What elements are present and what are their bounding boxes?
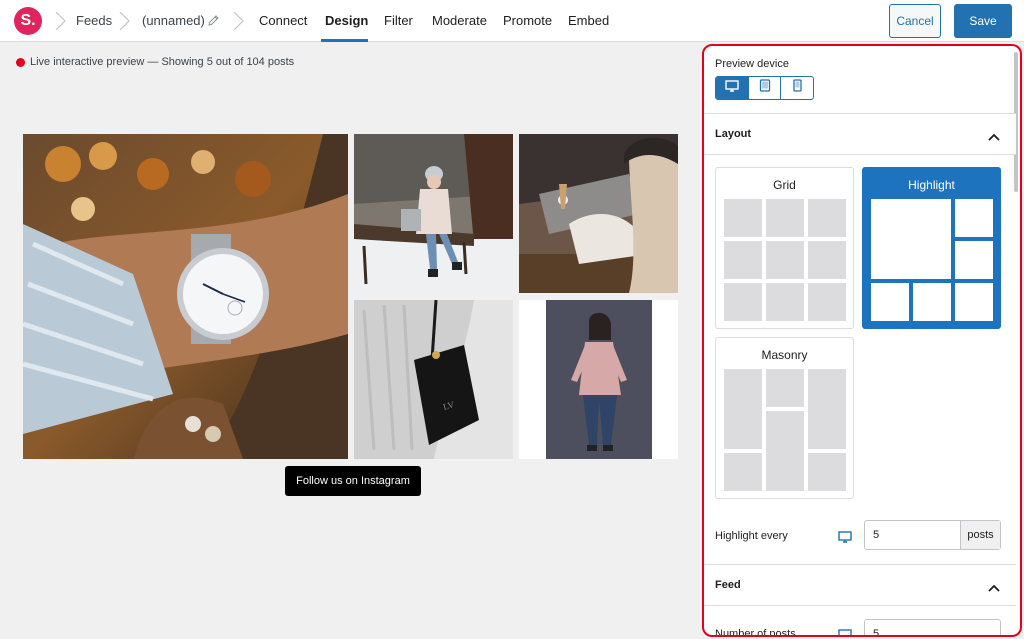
save-button[interactable]: Save — [954, 4, 1012, 38]
layout-section-title: Layout — [715, 128, 752, 140]
chevron-up-icon — [988, 580, 1000, 592]
preview-status-text: Live interactive preview — Showing 5 out… — [30, 56, 295, 68]
highlight-every-input[interactable]: 5 posts — [864, 520, 1001, 550]
design-settings-panel: Preview device Layout Grid Highlight Mas… — [702, 44, 1022, 637]
desktop-icon — [725, 79, 739, 97]
pencil-icon[interactable] — [207, 14, 220, 27]
number-of-posts-value: 5 — [873, 628, 880, 637]
chevron-right-icon — [232, 11, 246, 31]
device-desktop-button[interactable] — [716, 77, 749, 99]
layout-option-highlight[interactable]: Highlight — [862, 167, 1001, 329]
tab-embed[interactable]: Embed — [568, 13, 609, 28]
top-bar: S. Feeds (unnamed) Connect Design Filter… — [0, 0, 1024, 42]
feed-post-1[interactable] — [23, 134, 348, 459]
tab-design[interactable]: Design — [325, 13, 368, 28]
brand-logo[interactable]: S. — [14, 7, 42, 35]
device-phone-button[interactable] — [781, 77, 813, 99]
highlight-every-label: Highlight every — [715, 530, 788, 542]
chevron-right-icon — [118, 11, 132, 31]
layout-option-label: Masonry — [761, 348, 808, 362]
feed-post-5[interactable] — [519, 300, 678, 459]
feed-post-3[interactable] — [519, 134, 678, 293]
device-tablet-button[interactable] — [749, 77, 782, 99]
preview-device-label: Preview device — [715, 58, 789, 70]
chevron-right-icon — [54, 11, 68, 31]
layout-option-label: Highlight — [908, 178, 955, 192]
highlight-every-suffix: posts — [960, 521, 1000, 549]
tablet-icon — [759, 79, 771, 97]
chevron-up-icon — [988, 129, 1000, 141]
cancel-button[interactable]: Cancel — [889, 4, 941, 38]
number-of-posts-label: Number of posts — [715, 628, 796, 637]
feed-section-header[interactable]: Feed — [704, 564, 1016, 606]
number-of-posts-input[interactable]: 5 — [864, 619, 1001, 637]
tab-filter[interactable]: Filter — [384, 13, 413, 28]
tab-connect[interactable]: Connect — [259, 13, 307, 28]
breadcrumb-feed-name: (unnamed) — [142, 13, 205, 28]
layout-option-grid[interactable]: Grid — [715, 167, 854, 329]
layout-option-label: Grid — [773, 178, 796, 192]
breadcrumb-feeds[interactable]: Feeds — [76, 13, 112, 28]
feed-post-2[interactable] — [354, 134, 513, 293]
layout-option-masonry[interactable]: Masonry — [715, 337, 854, 499]
layout-section-header[interactable]: Layout — [704, 113, 1016, 155]
desktop-icon — [838, 628, 852, 635]
feed-post-4[interactable]: LV — [354, 300, 513, 459]
phone-icon — [793, 79, 802, 97]
tab-moderate[interactable]: Moderate — [432, 13, 487, 28]
feed-section-title: Feed — [715, 579, 741, 591]
active-tab-indicator — [321, 39, 368, 42]
highlight-every-value: 5 — [873, 529, 880, 541]
preview-device-switcher — [715, 76, 814, 100]
tab-promote[interactable]: Promote — [503, 13, 552, 28]
live-indicator-dot — [16, 58, 25, 67]
follow-instagram-button[interactable]: Follow us on Instagram — [285, 466, 421, 496]
desktop-icon — [838, 530, 852, 543]
